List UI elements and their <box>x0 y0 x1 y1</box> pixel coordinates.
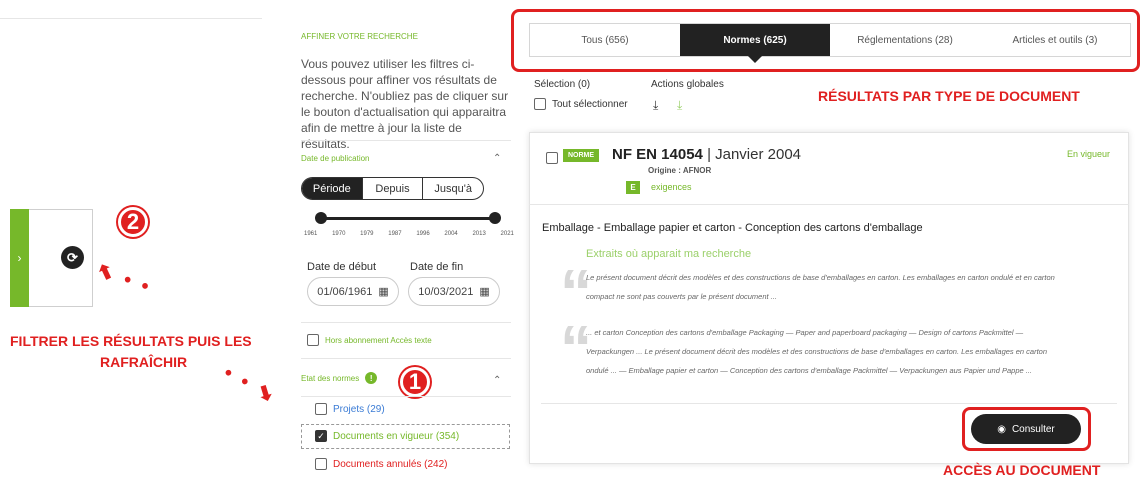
refresh-icon: ⟳ <box>67 249 78 265</box>
hors-abonnement-label: Hors abonnement Accès texte <box>325 335 432 345</box>
card-checkbox[interactable] <box>546 151 558 169</box>
tab-tous[interactable]: Tous (656) <box>530 24 680 56</box>
tick-label: 1996 <box>416 231 430 237</box>
divider <box>529 204 1129 205</box>
checkbox[interactable] <box>534 98 546 110</box>
status-badge: En vigueur <box>1067 149 1111 159</box>
tick-label: 1987 <box>388 231 402 237</box>
etat-item-en-vigueur[interactable]: ✓ Documents en vigueur (354) <box>315 430 459 442</box>
mode-jusqua[interactable]: Jusqu'à <box>423 178 483 199</box>
chevron-right-icon: › <box>17 251 22 265</box>
norm-origin: Origine : AFNOR <box>648 166 712 175</box>
extract-2: ... et carton Conception des cartons d'e… <box>586 328 1048 375</box>
start-date-value: 01/06/1961 <box>317 285 373 298</box>
divider <box>541 403 1117 404</box>
tick-label: 1961 <box>304 231 318 237</box>
info-icon: ! <box>365 372 378 384</box>
consult-button[interactable]: ◉ Consulter <box>971 414 1081 444</box>
etat-item-annules[interactable]: Documents annulés (242) <box>315 458 448 470</box>
consult-label: Consulter <box>1011 423 1055 435</box>
chevron-up-icon[interactable]: ⌃ <box>493 153 501 164</box>
tick-label: 2021 <box>500 231 514 237</box>
download-alt-icon[interactable]: ⤓ <box>677 98 682 113</box>
divider <box>301 140 511 141</box>
etat-item-projets[interactable]: Projets (29) <box>315 403 385 415</box>
mode-depuis[interactable]: Depuis <box>363 178 424 199</box>
annotation-access: ACCÈS AU DOCUMENT <box>943 462 1101 478</box>
selection-count: Sélection (0) <box>534 79 591 90</box>
card-title[interactable]: NF EN 14054 | Janvier 2004 <box>612 146 801 163</box>
annotation-badge-2: 2 <box>118 207 148 237</box>
date-range-slider[interactable] <box>320 217 495 220</box>
refresh-button[interactable]: ⟳ <box>61 246 84 269</box>
annotation-filter-line1: FILTRER LES RÉSULTATS PUIS LES <box>10 333 252 349</box>
result-type-tabs: Tous (656) Normes (625) Réglementations … <box>529 23 1131 63</box>
hors-abonnement-filter[interactable]: Hors abonnement Accès texte <box>307 334 432 346</box>
tick-label: 1970 <box>332 231 346 237</box>
expand-filters-tab[interactable]: › <box>10 209 29 307</box>
norm-badge: NORME <box>563 149 600 162</box>
annotation-type: RÉSULTATS PAR TYPE DE DOCUMENT <box>818 88 1080 104</box>
checkbox[interactable] <box>307 334 319 346</box>
annotation-arrow: ⬉ • • <box>93 258 155 300</box>
filters-title: AFFINER VOTRE RECHERCHE <box>301 32 418 41</box>
filters-description: Vous pouvez utiliser les filtres ci-dess… <box>301 57 509 151</box>
norm-summary: Emballage - Emballage papier et carton -… <box>542 222 923 234</box>
select-all[interactable]: Tout sélectionner <box>534 98 628 110</box>
divider <box>301 358 511 359</box>
requirements-badge: E <box>626 181 640 194</box>
select-all-label: Tout sélectionner <box>552 98 628 110</box>
etat-title: Etat des normes <box>301 373 360 383</box>
tick-label: 1979 <box>360 231 374 237</box>
divider <box>301 322 511 323</box>
slider-start-handle[interactable] <box>315 212 327 224</box>
tick-label: 2004 <box>444 231 458 237</box>
tab-articles[interactable]: Articles et outils (3) <box>980 24 1130 56</box>
checkbox-checked[interactable]: ✓ <box>315 430 327 442</box>
etat-item-label: Documents en vigueur (354) <box>333 430 460 442</box>
calendar-icon: ▦ <box>378 286 389 298</box>
chevron-up-icon[interactable]: ⌃ <box>493 375 501 386</box>
global-actions-label: Actions globales <box>651 79 724 90</box>
end-date-input[interactable]: 10/03/2021 ▦ <box>408 277 500 306</box>
start-date-label: Date de début <box>307 261 377 273</box>
norm-ref: NF EN 14054 <box>612 146 703 163</box>
checkbox[interactable] <box>546 152 558 164</box>
end-date-label: Date de fin <box>410 261 464 273</box>
end-date-value: 10/03/2021 <box>418 285 474 298</box>
etat-item-label: Documents annulés (242) <box>333 458 448 470</box>
etat-header: Etat des normes ! <box>301 372 378 384</box>
extract-1: Le présent document décrit des modèles e… <box>586 273 1055 301</box>
download-icon[interactable]: ⤓ <box>653 98 658 113</box>
slider-ticks: 1961 1970 1979 1987 1996 2004 2013 2021 <box>304 231 514 237</box>
annotation-arrow: • • ⬊ <box>219 361 281 409</box>
norm-date: | Janvier 2004 <box>707 146 802 163</box>
annotation-filter-line2: RAFRAÎCHIR <box>100 354 188 370</box>
slider-end-handle[interactable] <box>489 212 501 224</box>
etat-item-label: Projets (29) <box>333 403 385 415</box>
divider <box>301 396 511 397</box>
start-date-input[interactable]: 01/06/1961 ▦ <box>307 277 399 306</box>
checkbox[interactable] <box>315 403 327 415</box>
extracts-title: Extraits où apparait ma recherche <box>586 248 752 260</box>
tick-label: 2013 <box>472 231 486 237</box>
tab-reglementations[interactable]: Réglementations (28) <box>830 24 980 56</box>
annotation-badge-1: 1 <box>400 367 430 397</box>
requirements-label: exigences <box>651 182 692 192</box>
date-mode-toggle: Période Depuis Jusqu'à <box>301 177 484 200</box>
checkbox[interactable] <box>315 458 327 470</box>
eye-icon: ◉ <box>997 423 1006 435</box>
tab-normes[interactable]: Normes (625) <box>680 24 830 63</box>
divider <box>0 18 262 19</box>
mode-periode[interactable]: Période <box>302 178 363 199</box>
pub-date-title: Date de publication <box>301 154 370 163</box>
calendar-icon: ▦ <box>479 286 490 298</box>
